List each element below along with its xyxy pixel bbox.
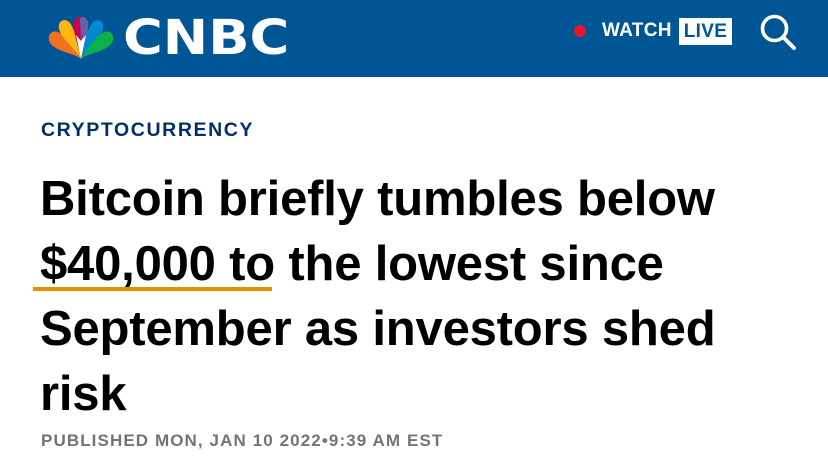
peacock-icon: [48, 16, 114, 59]
live-dot-icon: [574, 25, 586, 37]
price-highlight-underline: [33, 287, 272, 291]
section-link-cryptocurrency[interactable]: CRYPTOCURRENCY: [41, 119, 254, 142]
published-date: PUBLISHED MON, JAN 10 2022: [41, 431, 322, 450]
article-headline: Bitcoin briefly tumbles below $40,000 to…: [40, 167, 820, 427]
search-button[interactable]: [754, 9, 802, 55]
site-header: CNBC WATCH LIVE: [0, 0, 828, 77]
headline-line-1: Bitcoin briefly tumbles below: [40, 172, 715, 226]
logo-wordmark: CNBC: [123, 10, 290, 66]
headline-price-link[interactable]: $40,000: [40, 237, 216, 291]
published-timestamp: PUBLISHED MON, JAN 10 2022•9:39 AM EST: [41, 431, 443, 451]
headline-line-2-rest: to the lowest since: [215, 237, 664, 291]
watch-live-button[interactable]: WATCH LIVE: [574, 16, 733, 46]
headline-line-3: September as investors shed: [40, 302, 716, 356]
watch-label: WATCH: [602, 20, 672, 41]
cnbc-logo[interactable]: CNBC: [45, 10, 289, 66]
published-time: 9:39 AM EST: [328, 431, 444, 450]
timestamp-separator: •: [321, 431, 329, 450]
search-icon: [760, 14, 796, 50]
headline-line-4: risk: [40, 367, 127, 421]
live-badge: LIVE: [678, 17, 733, 45]
